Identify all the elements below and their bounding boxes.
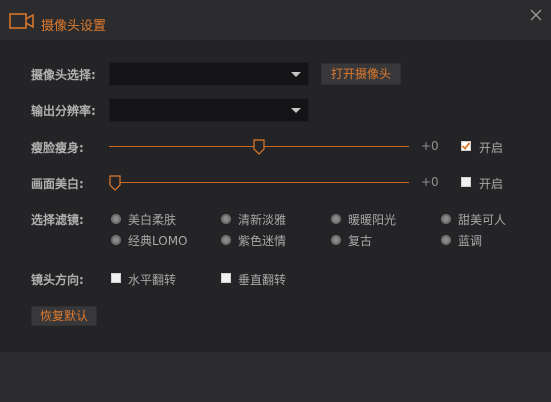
- filter-option-2[interactable]: 暖暖阳光: [348, 211, 396, 228]
- check-icon: [461, 142, 471, 150]
- chevron-down-icon[interactable]: [284, 63, 308, 85]
- whitening-enable-label: 开启: [479, 177, 504, 191]
- slim-face-enable-checkbox[interactable]: [461, 141, 471, 151]
- filter-radio-2[interactable]: [331, 214, 341, 224]
- vertical-flip-label: 垂直翻转: [238, 273, 287, 287]
- filter-radio-3[interactable]: [441, 214, 451, 224]
- video-camera-icon: [9, 13, 34, 29]
- filter-option-0[interactable]: 美白柔肤: [128, 211, 176, 228]
- filter-radio-6[interactable]: [331, 235, 341, 245]
- filter-radio-0[interactable]: [111, 214, 121, 224]
- filter-option-5[interactable]: 紫色迷情: [238, 232, 286, 249]
- slim-face-value: +0: [421, 139, 439, 153]
- filter-radio-1[interactable]: [221, 214, 231, 224]
- filter-option-7[interactable]: 蓝调: [458, 232, 482, 249]
- whitening-value: +0: [421, 175, 439, 189]
- reset-defaults-button[interactable]: 恢复默认: [31, 306, 97, 326]
- title-bar: 摄像头设置: [0, 0, 551, 40]
- horizontal-flip-label: 水平翻转: [128, 273, 177, 287]
- filter-radio-5[interactable]: [221, 235, 231, 245]
- filter-option-3[interactable]: 甜美可人: [458, 211, 506, 228]
- filter-radio-7[interactable]: [441, 235, 451, 245]
- whitening-slider[interactable]: [109, 182, 409, 183]
- footer-area: [0, 352, 551, 402]
- resolution-label: 输出分辨率:: [31, 104, 96, 118]
- filter-option-6[interactable]: 复古: [348, 232, 372, 249]
- horizontal-flip-checkbox[interactable]: [111, 273, 121, 283]
- whitening-slider-thumb[interactable]: [109, 175, 121, 191]
- filter-option-1[interactable]: 清新淡雅: [238, 211, 286, 228]
- filter-option-4[interactable]: 经典LOMO: [128, 232, 188, 249]
- open-camera-button[interactable]: 打开摄像头: [321, 63, 401, 85]
- slim-face-enable-label: 开启: [479, 141, 504, 155]
- whitening-label: 画面美白:: [31, 177, 84, 191]
- vertical-flip-checkbox[interactable]: [221, 273, 231, 283]
- camera-select-label: 摄像头选择:: [31, 68, 96, 82]
- chevron-down-icon[interactable]: [284, 99, 308, 121]
- resolution-dropdown[interactable]: [109, 98, 309, 122]
- window-title: 摄像头设置: [41, 19, 107, 34]
- settings-panel: 摄像头选择: 打开摄像头 输出分辨率: 瘦脸瘦身: +0 开启 画面美白: +0…: [0, 40, 551, 352]
- slim-face-slider-thumb[interactable]: [253, 139, 265, 155]
- whitening-enable-checkbox[interactable]: [461, 177, 471, 187]
- slim-face-label: 瘦脸瘦身:: [31, 141, 84, 155]
- lens-direction-label: 镜头方向:: [31, 273, 84, 287]
- camera-select-dropdown[interactable]: [109, 62, 309, 86]
- filter-radio-4[interactable]: [111, 235, 121, 245]
- filter-label: 选择滤镜:: [31, 213, 84, 227]
- close-icon[interactable]: [529, 8, 543, 22]
